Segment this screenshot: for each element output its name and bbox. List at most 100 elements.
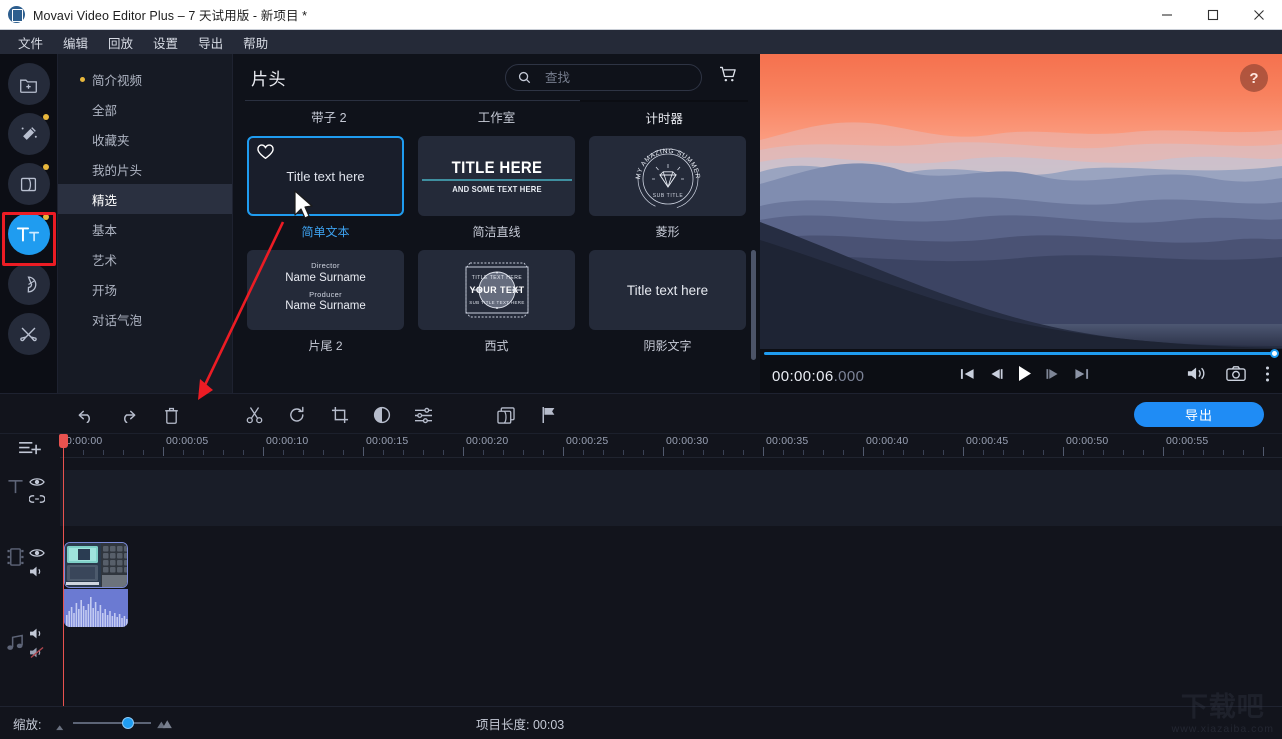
video-canvas[interactable]: ? xyxy=(760,54,1282,349)
search-input[interactable] xyxy=(545,70,675,85)
preset-thumbnail-shadow-text[interactable]: Title text here xyxy=(589,250,746,330)
title-preset-cell[interactable]: MY AMAZING SUMMER SUB TITLE 菱形 xyxy=(589,136,746,240)
zoom-out-mountain-icon[interactable] xyxy=(55,718,68,736)
camera-snapshot-icon[interactable] xyxy=(1226,365,1246,387)
menu-export[interactable]: 导出 xyxy=(188,30,233,55)
category-item-basic[interactable]: 基本 xyxy=(58,214,232,244)
stickers-icon[interactable] xyxy=(7,263,50,305)
flag-marker-icon[interactable] xyxy=(538,404,560,426)
preset-thumbnail-diamond[interactable]: MY AMAZING SUMMER SUB TITLE xyxy=(589,136,746,216)
timeline-ruler[interactable]: 0:00:00 00:00:05 00:00:10 00:00:15 00:00… xyxy=(60,434,1282,458)
search-box[interactable] xyxy=(505,64,702,91)
maximize-button[interactable] xyxy=(1190,0,1236,30)
skip-forward-icon[interactable] xyxy=(1074,367,1089,386)
zoom-slider[interactable] xyxy=(55,715,175,731)
category-item-artistic[interactable]: 艺术 xyxy=(58,244,232,274)
category-label: 开场 xyxy=(92,283,118,298)
category-item-my-intros[interactable]: 我的片头 xyxy=(58,154,232,184)
preset-thumbnail-clean-line[interactable]: TITLE HERE AND SOME TEXT HERE xyxy=(418,136,575,216)
add-track-icon[interactable] xyxy=(18,440,41,462)
seek-bar[interactable] xyxy=(760,349,1282,359)
preset-thumbnail-credits[interactable]: Director Name Surname Producer Name Surn… xyxy=(247,250,404,330)
contrast-circle-icon[interactable] xyxy=(371,404,393,426)
zoom-track[interactable] xyxy=(73,722,152,724)
preset-thumbnail-western[interactable]: TITLE TEXT HERE YOUR TEXT SUB TITLE TEXT… xyxy=(418,250,575,330)
ruler-tick-minor xyxy=(623,450,624,455)
help-question-icon[interactable]: ? xyxy=(1240,64,1268,92)
titles-text-icon[interactable] xyxy=(7,213,50,255)
playhead-handle[interactable] xyxy=(59,434,68,448)
menu-edit[interactable]: 编辑 xyxy=(53,30,98,55)
speaker-icon[interactable] xyxy=(29,565,45,583)
category-item-speech-bubbles[interactable]: 对话气泡 xyxy=(58,304,232,334)
microphone-muted-icon[interactable] xyxy=(29,646,45,664)
step-forward-icon[interactable] xyxy=(1046,367,1060,386)
window-title: Movavi Video Editor Plus – 7 天试用版 - 新项目 … xyxy=(33,9,308,23)
import-media-icon[interactable] xyxy=(7,63,50,105)
sliders-icon[interactable] xyxy=(412,404,434,426)
zoom-in-mountain-icon[interactable] xyxy=(156,716,173,734)
seek-handle[interactable] xyxy=(1270,349,1279,358)
tab-studio[interactable]: 工作室 xyxy=(412,100,581,130)
speaker-icon[interactable] xyxy=(29,627,45,645)
shopping-cart-icon[interactable] xyxy=(719,66,738,88)
trash-icon[interactable] xyxy=(160,404,182,426)
category-item-intro-video[interactable]: 简介视频 xyxy=(58,64,232,94)
magic-wand-filters-icon[interactable] xyxy=(7,113,50,155)
menu-playback[interactable]: 回放 xyxy=(98,30,143,55)
link-detach-icon[interactable] xyxy=(28,492,46,510)
step-back-icon[interactable] xyxy=(989,367,1003,386)
playback-controls: 00:00:06.000 xyxy=(760,359,1282,393)
menu-file[interactable]: 文件 xyxy=(8,30,53,55)
skip-back-icon[interactable] xyxy=(960,367,975,386)
title-preset-cell[interactable]: TITLE HERE AND SOME TEXT HERE 简洁直线 xyxy=(418,136,575,240)
eye-visibility-icon[interactable] xyxy=(29,546,45,564)
eye-visibility-icon[interactable] xyxy=(29,475,45,493)
title-preset-cell[interactable]: Title text here 简单文本 xyxy=(247,136,404,240)
title-preset-cell[interactable]: Director Name Surname Producer Name Surn… xyxy=(247,250,404,354)
export-button[interactable]: 导出 xyxy=(1134,402,1264,427)
video-track-header xyxy=(0,538,60,608)
timeline-tracks[interactable] xyxy=(60,458,1282,706)
transitions-icon[interactable] xyxy=(7,163,50,205)
browser-scrollbar[interactable] xyxy=(751,250,756,360)
scissors-icon[interactable] xyxy=(243,404,265,426)
category-item-all[interactable]: 全部 xyxy=(58,94,232,124)
minimize-button[interactable] xyxy=(1144,0,1190,30)
close-button[interactable] xyxy=(1236,0,1282,30)
preset-label: 阴影文字 xyxy=(643,339,692,353)
credits-name-2: Name Surname xyxy=(285,300,366,313)
crop-icon[interactable] xyxy=(329,404,351,426)
menu-settings[interactable]: 设置 xyxy=(143,30,188,55)
title-track-lane[interactable] xyxy=(60,470,1282,526)
ruler-tick-minor xyxy=(783,450,784,455)
redo-arrow-icon[interactable] xyxy=(117,404,139,426)
category-item-opening[interactable]: 开场 xyxy=(58,274,232,304)
category-item-favorites[interactable]: 收藏夹 xyxy=(58,124,232,154)
title-preset-cell[interactable]: Title text here 阴影文字 xyxy=(589,250,746,354)
undo-arrow-icon[interactable] xyxy=(74,404,96,426)
ruler-tick-major xyxy=(563,447,564,456)
zoom-handle[interactable] xyxy=(122,717,135,729)
category-item-featured[interactable]: 精选 xyxy=(58,184,232,214)
preset-thumbnail-simple-text[interactable]: Title text here xyxy=(247,136,404,216)
more-vertical-icon[interactable] xyxy=(1265,365,1270,388)
tools-icon[interactable] xyxy=(7,313,50,355)
playhead[interactable] xyxy=(59,434,68,706)
audio-clip[interactable] xyxy=(64,589,128,627)
menu-help[interactable]: 帮助 xyxy=(233,30,278,55)
title-preset-cell[interactable]: TITLE TEXT HERE YOUR TEXT SUB TITLE TEXT… xyxy=(418,250,575,354)
new-badge-dot xyxy=(42,114,49,120)
transition-icon[interactable] xyxy=(495,404,517,426)
ruler-tick-minor xyxy=(703,450,704,455)
speaker-volume-icon[interactable] xyxy=(1187,365,1207,387)
preset-label: 简洁直线 xyxy=(472,225,521,239)
ruler-tick-minor xyxy=(83,450,84,455)
tab-timer[interactable]: 计时器 xyxy=(580,100,749,130)
play-icon[interactable] xyxy=(1017,365,1032,387)
rotate-cw-icon[interactable] xyxy=(286,404,308,426)
heart-outline-icon[interactable] xyxy=(257,144,274,165)
help-label: ? xyxy=(1249,69,1259,87)
video-clip[interactable] xyxy=(64,542,128,588)
tab-ribbon-2[interactable]: 带子 2 xyxy=(245,100,413,130)
